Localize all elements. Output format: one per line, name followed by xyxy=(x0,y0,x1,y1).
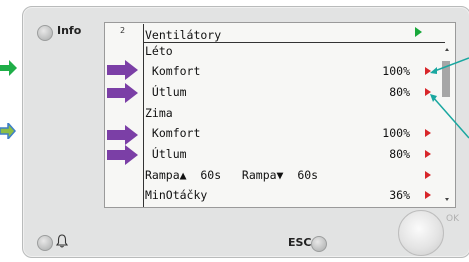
external-green-arrow xyxy=(0,60,17,76)
purple-marker-arrow xyxy=(107,125,138,145)
title-underline xyxy=(143,42,445,43)
menu-row-zima-komfort[interactable]: Komfort 100% xyxy=(145,126,440,144)
purple-marker-arrow xyxy=(107,60,138,80)
external-blue-arrow xyxy=(0,123,16,139)
edit-arrow-icon[interactable] xyxy=(425,171,431,179)
row-label: Komfort xyxy=(145,64,201,78)
bell-icon xyxy=(56,234,68,248)
scroll-down-icon[interactable] xyxy=(445,198,449,201)
purple-marker-arrow xyxy=(107,83,138,103)
purple-marker-arrow xyxy=(107,145,138,165)
menu-row-rampa[interactable]: Rampa▲ 60s Rampa▼ 60s xyxy=(145,168,440,186)
row-label: Komfort xyxy=(145,126,201,140)
page-number: 2 xyxy=(120,26,126,35)
menu-row-leto-komfort[interactable]: Komfort 100% xyxy=(145,64,440,82)
menu-row-minotacky[interactable]: MinOtáčky 36% xyxy=(145,188,440,206)
row-label: Rampa▲ 60s Rampa▼ 60s xyxy=(145,168,319,182)
teal-pointer-lines xyxy=(430,57,469,139)
menu-row-leto: Léto xyxy=(145,44,440,62)
info-button[interactable] xyxy=(37,25,53,41)
row-value: 100% xyxy=(382,64,410,78)
row-label: MinOtáčky xyxy=(145,188,208,202)
menu-row-zima: Zima xyxy=(145,106,440,124)
title-next-arrow-icon[interactable] xyxy=(415,27,422,37)
row-label: Léto xyxy=(145,44,173,58)
row-value: 80% xyxy=(389,85,410,99)
menu-row-zima-utlum[interactable]: Útlum 80% xyxy=(145,147,440,165)
row-value: 36% xyxy=(389,188,410,202)
row-label: Útlum xyxy=(145,85,187,99)
row-value: 80% xyxy=(389,147,410,161)
scroll-up-icon[interactable] xyxy=(445,48,449,51)
esc-button[interactable] xyxy=(311,236,327,252)
menu-row-leto-utlum[interactable]: Útlum 80% xyxy=(145,85,440,103)
ok-label: OK xyxy=(446,214,459,224)
esc-label: ESC xyxy=(288,236,312,249)
edit-arrow-icon[interactable] xyxy=(425,191,431,199)
alarm-button[interactable] xyxy=(37,235,53,251)
lcd-screen: 2 Ventilátory Léto Komfort 100% Útlum 80… xyxy=(104,22,456,208)
ok-knob[interactable] xyxy=(398,210,444,256)
screen-title: Ventilátory xyxy=(145,28,222,42)
row-value: 100% xyxy=(382,126,410,140)
row-label: Zima xyxy=(145,106,173,120)
edit-arrow-icon[interactable] xyxy=(425,150,431,158)
row-label: Útlum xyxy=(145,147,187,161)
screen-divider xyxy=(143,24,144,207)
info-label: Info xyxy=(57,24,82,37)
